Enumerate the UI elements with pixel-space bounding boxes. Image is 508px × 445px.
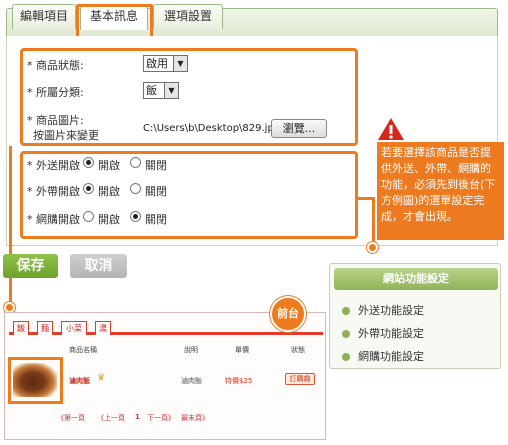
bullet-icon — [342, 307, 350, 315]
product-price: 特價$25 — [225, 377, 253, 385]
delivery-settings-item[interactable]: 外送功能設定 — [342, 302, 424, 318]
crown-icon: ♛ — [97, 373, 106, 383]
shop-tab-sides[interactable]: 小菜 — [61, 321, 87, 335]
online-settings-label: 網購功能設定 — [358, 350, 424, 363]
delivery-off-radio[interactable] — [130, 157, 141, 168]
connector-line — [372, 197, 375, 247]
takeout-on-radio[interactable] — [83, 183, 94, 194]
col-name: 商品名稱 — [69, 346, 97, 354]
save-button[interactable]: 保存 — [3, 254, 58, 278]
delivery-label: * 外送開啟 — [27, 159, 80, 172]
tab-edit-items[interactable]: 編輯項目 — [12, 4, 76, 29]
bullet-icon — [342, 353, 350, 361]
product-desc: 滷肉飯 — [181, 377, 202, 385]
status-label: * 商品狀態: — [27, 59, 84, 72]
online-off-radio[interactable] — [130, 211, 141, 222]
shop-tab-noodles[interactable]: 麵 — [37, 321, 53, 335]
connector-line — [9, 146, 12, 304]
takeout-settings-item[interactable]: 外帶功能設定 — [342, 325, 424, 341]
product-image-highlight — [8, 357, 63, 404]
shop-tab-soup[interactable]: 湯 — [95, 321, 111, 335]
takeout-off-radio[interactable] — [130, 183, 141, 194]
online-label: * 網購開啟 — [27, 213, 80, 226]
page-current: 1 — [135, 413, 140, 421]
col-desc: 說明 — [184, 346, 198, 354]
category-value: 飯 — [146, 84, 157, 97]
front-badge: 前台 — [270, 296, 306, 332]
takeout-on-label: 開啟 — [98, 185, 120, 198]
online-on-radio[interactable] — [83, 211, 94, 222]
cancel-button[interactable]: 取消 — [70, 254, 127, 278]
page-last-link[interactable]: 最末頁》 — [181, 413, 209, 423]
pagination: 《第一頁 《上一頁 1 下一頁》 最末頁》 — [9, 413, 323, 425]
image-label: * 商品圖片: — [27, 114, 84, 127]
category-select[interactable]: 飯 ▼ — [143, 82, 179, 99]
online-settings-item[interactable]: 網購功能設定 — [342, 348, 424, 364]
delivery-on-label: 開啟 — [98, 159, 120, 172]
delivery-on-radio[interactable] — [83, 157, 94, 168]
delivery-off-label: 關閉 — [145, 159, 167, 172]
storefront-example: 飯 麵 小菜 湯 商品名稱 說明 單價 狀態 滷肉飯 ♛ 滷肉飯 特價$25 訂… — [4, 312, 326, 440]
connector-dot — [367, 242, 378, 253]
function-settings-panel: 網站功能設定 外送功能設定 外帶功能設定 網購功能設定 — [329, 263, 501, 369]
online-on-label: 開啟 — [98, 213, 120, 226]
online-off-label: 關閉 — [145, 213, 167, 226]
status-value: 啟用 — [146, 57, 168, 70]
takeout-off-label: 關閉 — [145, 185, 167, 198]
function-settings-title: 網站功能設定 — [334, 268, 498, 290]
status-select[interactable]: 啟用 ▼ — [143, 55, 188, 72]
warning-icon — [378, 118, 404, 140]
col-status: 狀態 — [291, 346, 305, 354]
tab-options[interactable]: 選項設置 — [153, 4, 223, 29]
page-first-link[interactable]: 《第一頁 — [57, 413, 85, 423]
page-prev-link[interactable]: 《上一頁 — [97, 413, 125, 423]
product-table-header: 商品名稱 說明 單價 狀態 — [9, 343, 323, 356]
chevron-down-icon: ▼ — [164, 83, 178, 98]
takeout-label: * 外帶開啟 — [27, 185, 80, 198]
product-name[interactable]: 滷肉飯 — [69, 376, 90, 386]
page-next-link[interactable]: 下一頁》 — [147, 413, 175, 423]
delivery-settings-label: 外送功能設定 — [358, 304, 424, 317]
browse-button[interactable]: 瀏覽... — [271, 119, 327, 138]
image-sublabel: 按圖片來變更 — [33, 129, 99, 142]
feature-note: 若要選擇該商品是否提供外送、外帶、網購的功能，必須先到後台(下方例圖)的選單設定… — [377, 142, 504, 240]
col-price: 單價 — [235, 346, 249, 354]
order-button[interactable]: 訂購趣 — [285, 373, 315, 385]
shop-tab-rice[interactable]: 飯 — [13, 321, 29, 335]
image-path: C:\Users\b\Desktop\829.jpg — [143, 123, 281, 134]
chevron-down-icon: ▼ — [173, 56, 187, 71]
bullet-icon — [342, 330, 350, 338]
takeout-settings-label: 外帶功能設定 — [358, 327, 424, 340]
category-label: * 所屬分類: — [27, 86, 84, 99]
